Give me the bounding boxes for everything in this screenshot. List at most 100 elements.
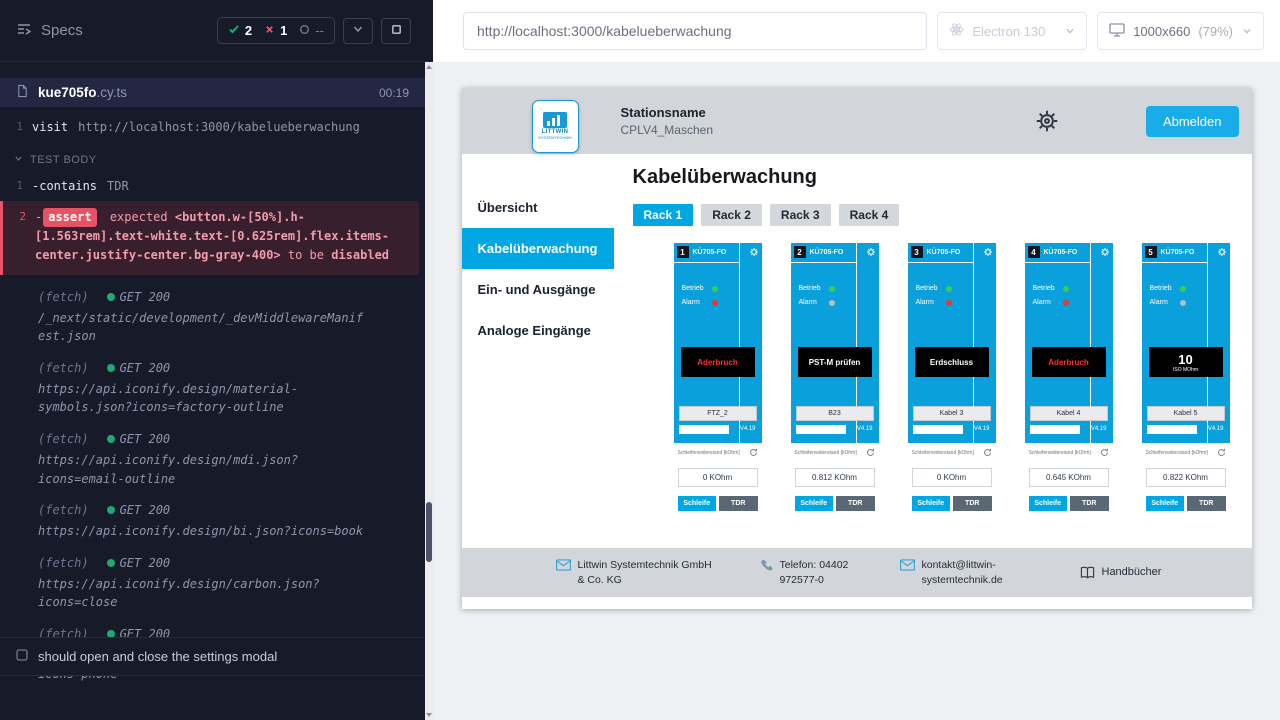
resistance-value: 0.645 KOhm (1029, 468, 1109, 487)
rack-gear-icon[interactable] (749, 247, 759, 257)
test-body-section-header[interactable]: TEST BODY (0, 141, 433, 172)
cable-name-field[interactable]: Kabel 4 (1030, 406, 1108, 421)
scroll-down-arrow[interactable] (426, 713, 432, 717)
rack-status-display: Erdschluss (915, 347, 989, 377)
rack-tabs: Rack 1 Rack 2 Rack 3 Rack 4 (633, 204, 1252, 226)
rack-divider (791, 262, 856, 263)
tdr-button[interactable]: TDR (1070, 496, 1109, 511)
rack-gear-icon[interactable] (866, 247, 876, 257)
schleife-button[interactable]: Schleife (1146, 496, 1185, 511)
footer-email[interactable]: kontakt@littwin-systemtechnik.de (900, 558, 1014, 587)
tdr-button[interactable]: TDR (1187, 496, 1226, 511)
stop-run-button[interactable] (381, 18, 411, 44)
tab-rack-2[interactable]: Rack 2 (701, 204, 762, 226)
rack-status-display: 10 ISO MOhm (1149, 347, 1223, 377)
rack-status-text: Aderbruch (1048, 358, 1088, 367)
sidebar-item-ein-ausgaenge[interactable]: Ein- und Ausgänge (462, 269, 614, 310)
schleife-button[interactable]: Schleife (1029, 496, 1068, 511)
fetch-status: GET 200 (107, 503, 171, 517)
specs-button[interactable]: Specs (16, 21, 83, 41)
rack-model-label: KÜ705-FO (1161, 249, 1195, 256)
section-chevron-icon (14, 154, 23, 166)
schleife-button[interactable]: Schleife (912, 496, 951, 511)
tdr-button[interactable]: TDR (719, 496, 758, 511)
mail-icon (900, 559, 915, 571)
firmware-version: V4.19 (1208, 426, 1224, 432)
resistance-label: Schleifenwiderstand [kOhm] (912, 450, 974, 456)
tab-rack-3[interactable]: Rack 3 (770, 204, 831, 226)
cable-name-field[interactable]: B23 (796, 406, 874, 421)
rack-number-badge: 3 (911, 246, 923, 258)
resistance-value: 0 KOhm (912, 468, 992, 487)
schleife-button[interactable]: Schleife (795, 496, 834, 511)
rack-card: 5 KÜ705-FO Betrieb Alarm 10 (1142, 243, 1230, 553)
contains-command-row[interactable]: 1 -contains TDR (0, 177, 433, 195)
rack-status-sub: ISO MOhm (1173, 367, 1198, 373)
collapse-runner-button[interactable] (343, 18, 373, 44)
viewport-select[interactable]: 1000x660 (79%) (1097, 12, 1264, 50)
rack-model-label: KÜ705-FO (810, 249, 844, 256)
alarm-led (1180, 300, 1186, 306)
rack-gear-icon[interactable] (983, 247, 993, 257)
rack-model-label: KÜ705-FO (1044, 249, 1078, 256)
chevron-down-icon (352, 23, 364, 38)
scroll-up-arrow[interactable] (426, 65, 432, 69)
url-input[interactable] (463, 12, 927, 50)
network-log-entry[interactable]: (fetch) GET 200 https://api.iconify.desi… (0, 503, 433, 541)
rack-divider (674, 262, 739, 263)
schleife-button[interactable]: Schleife (678, 496, 717, 511)
network-log-entry[interactable]: (fetch) GET 200 https://api.iconify.desi… (0, 432, 433, 488)
sidebar-item-analoge-eingaenge[interactable]: Analoge Eingänge (462, 310, 614, 351)
betrieb-led (1063, 286, 1069, 292)
test-box-icon (16, 649, 28, 664)
sidebar-item-kabelueberwachung[interactable]: Kabelüberwachung (462, 228, 614, 269)
network-log-entry[interactable]: (fetch) GET 200 https://api.iconify.desi… (0, 556, 433, 612)
network-log-entry[interactable]: (fetch) GET 200 /_next/static/developmen… (0, 290, 433, 346)
status-ok-dot (107, 506, 115, 514)
rack-strip (1030, 425, 1080, 434)
rack-card: 3 KÜ705-FO Betrieb Alarm Erdschluss (908, 243, 996, 553)
cable-name-field[interactable]: Kabel 3 (913, 406, 991, 421)
settings-gear-icon[interactable] (1034, 108, 1060, 134)
viewport-icon (1109, 23, 1125, 40)
scrollbar-thumb[interactable] (426, 502, 432, 562)
network-log-entry[interactable]: (fetch) GET 200 https://api.iconify.desi… (0, 361, 433, 417)
visit-command-row[interactable]: 1 visit http://localhost:3000/kabelueber… (0, 118, 433, 136)
browser-select[interactable]: Electron 130 (937, 12, 1087, 50)
refresh-icon[interactable] (1217, 448, 1226, 457)
next-test-row[interactable]: should open and close the settings modal (0, 637, 425, 676)
chevron-down-icon (1065, 26, 1075, 36)
assert-failed-row[interactable]: 2 -assert expected <button.w-[50%].h-[1.… (0, 201, 419, 275)
rack-number-badge: 5 (1145, 246, 1157, 258)
tab-rack-1[interactable]: Rack 1 (633, 204, 694, 226)
alarm-label: Alarm (1150, 299, 1180, 306)
rack-gear-icon[interactable] (1100, 247, 1110, 257)
tdr-button[interactable]: TDR (836, 496, 875, 511)
cable-name-field[interactable]: FTZ_2 (679, 406, 757, 421)
runner-scrollbar[interactable] (425, 62, 433, 720)
runner-controls: 2 1 -- (217, 17, 411, 44)
footer-manuals-link[interactable]: Handbücher (1080, 565, 1162, 580)
tdr-button[interactable]: TDR (953, 496, 992, 511)
refresh-icon[interactable] (749, 448, 758, 457)
fetch-status: GET 200 (107, 290, 171, 304)
resistance-value: 0.822 KOhm (1146, 468, 1226, 487)
refresh-icon[interactable] (1100, 448, 1109, 457)
mail-icon (556, 559, 571, 571)
refresh-icon[interactable] (983, 448, 992, 457)
cable-name-field[interactable]: Kabel 5 (1147, 406, 1225, 421)
betrieb-label: Betrieb (1033, 285, 1063, 292)
logout-button[interactable]: Abmelden (1146, 106, 1239, 137)
fetch-tag: (fetch) (38, 556, 89, 570)
status-ok-dot (107, 435, 115, 443)
refresh-icon[interactable] (866, 448, 875, 457)
rack-number-badge: 2 (794, 246, 806, 258)
sidebar-item-uebersicht[interactable]: Übersicht (462, 187, 614, 228)
betrieb-led (829, 286, 835, 292)
spec-timer: 00:19 (379, 86, 409, 100)
resistance-label: Schleifenwiderstand [kOhm] (1029, 450, 1091, 456)
rack-status-text: Erdschluss (930, 358, 973, 367)
rack-gear-icon[interactable] (1217, 247, 1227, 257)
spec-file-row[interactable]: kue705fo.cy.ts 00:19 (0, 78, 433, 107)
tab-rack-4[interactable]: Rack 4 (839, 204, 900, 226)
